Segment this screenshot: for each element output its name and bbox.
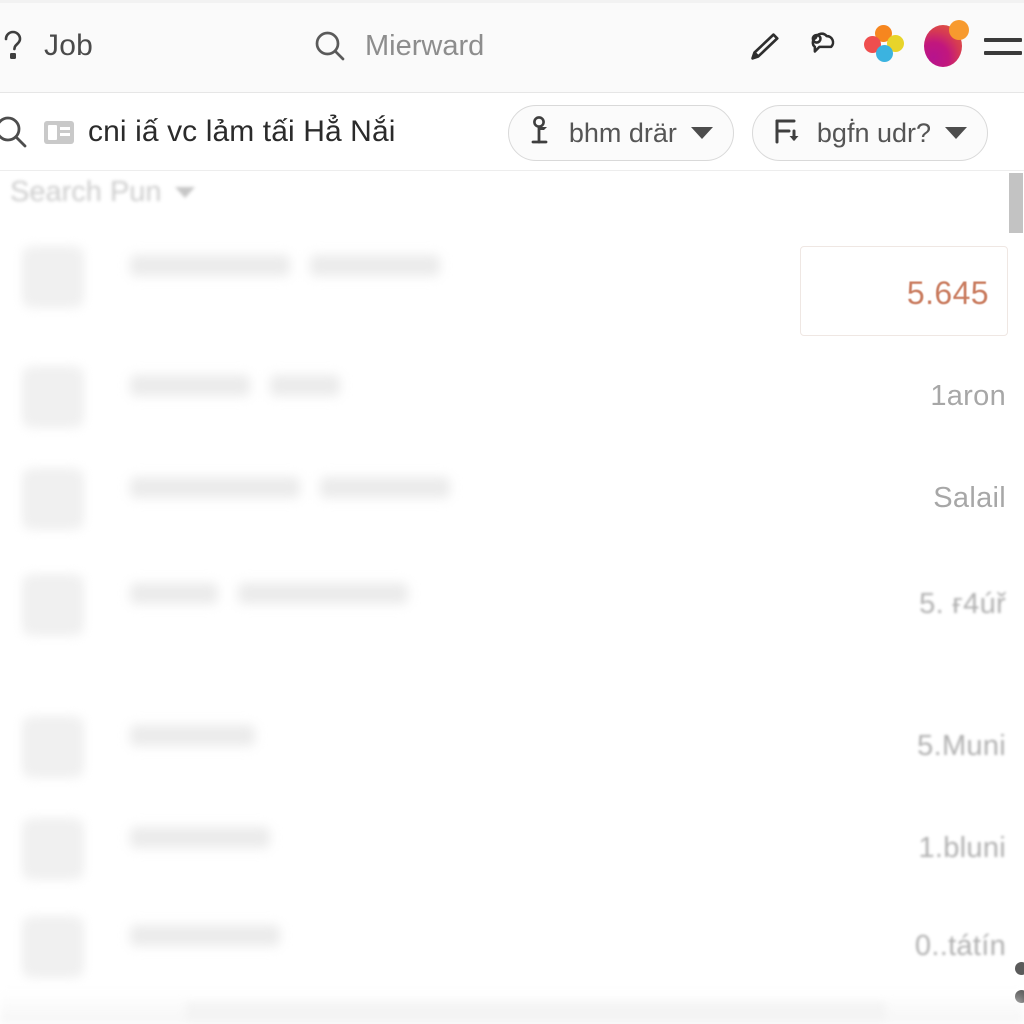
row-thumbnail [22, 246, 84, 308]
chevron-down-icon [174, 187, 195, 198]
bottom-fade [0, 990, 1024, 1024]
row-meta-bar [130, 925, 280, 946]
row-value: 1aron [930, 380, 1006, 412]
row-meta [130, 725, 255, 746]
gradient-orb-icon[interactable] [924, 20, 969, 67]
cloud-chat-icon[interactable] [804, 26, 842, 66]
row-meta-bar [130, 583, 218, 604]
person-pin-icon [529, 115, 555, 152]
row-meta-bar [130, 375, 250, 396]
row-thumbnail [22, 366, 84, 428]
vertical-scrollbar[interactable] [1009, 173, 1024, 1024]
row-thumbnail [22, 818, 84, 880]
query-row: cni iấ vc lảm tấi Hẳ Nắi bhm drär bgḟn u… [0, 93, 1024, 171]
chip-location-label: bhm drär [568, 117, 677, 148]
chip-sort-label: bgḟn udr? [816, 117, 931, 148]
brand-label: Job [44, 29, 93, 62]
row-meta [130, 477, 450, 498]
query-text: cni iấ vc lảm tấi Hẳ Nắi [88, 115, 396, 148]
row-meta-bar [130, 477, 300, 498]
app-root: Job Mierward cni iấ vc lảm tấi Hẳ Nắi bh… [0, 0, 1024, 1024]
row-value: 5. ғ4úř [919, 588, 1006, 620]
row-meta-bar [320, 477, 450, 498]
row-value: Salail [933, 482, 1006, 514]
top-bar: Job Mierward [0, 0, 1024, 93]
top-actions [744, 20, 1022, 67]
table-row[interactable]: Salail [0, 468, 1024, 530]
row-meta [130, 827, 270, 848]
row-thumbnail [22, 716, 84, 778]
table-row[interactable]: 1aron [0, 366, 1024, 428]
colorful-flower-icon[interactable] [864, 25, 904, 66]
row-meta [130, 375, 340, 396]
result-list: 5.645 1aron Salail 5. ғ4úř 5.Muni 1.blun… [0, 226, 1024, 1024]
table-row[interactable]: 5.645 [0, 246, 1024, 336]
row-value: 1.bluni [918, 832, 1006, 864]
top-search[interactable]: Mierward [311, 26, 484, 66]
sort-selector-label: Search Pun [10, 176, 162, 208]
table-row[interactable]: 0..tátín [0, 916, 1024, 978]
scrollbar-thumb[interactable] [1009, 173, 1023, 233]
row-thumbnail [22, 468, 84, 530]
hamburger-menu-icon[interactable] [984, 26, 1022, 66]
help-lightbulb-icon [0, 26, 32, 66]
search-icon [0, 112, 30, 152]
edit-pen-icon[interactable] [744, 26, 782, 66]
row-value: 5.645 [906, 275, 989, 311]
row-value: 5.Muni [917, 730, 1006, 762]
row-meta [130, 583, 408, 604]
chevron-down-icon [690, 127, 713, 139]
table-row[interactable]: 1.bluni [0, 818, 1024, 880]
table-row[interactable]: 5.Muni [0, 716, 1024, 778]
id-card-icon [44, 120, 74, 144]
row-meta [130, 255, 440, 276]
table-row[interactable]: 5. ғ4úř [0, 574, 1024, 636]
row-meta-bar [130, 725, 255, 746]
search-icon [311, 26, 349, 66]
row-thumbnail [22, 574, 84, 636]
chip-sort-filter[interactable]: bgḟn udr? [751, 105, 988, 161]
row-meta-bar [310, 255, 440, 276]
row-meta-bar [130, 827, 270, 848]
top-search-label: Mierward [364, 29, 485, 62]
filter-chips: bhm drär bgḟn udr? [507, 105, 988, 161]
row-value: 0..tátín [914, 930, 1006, 962]
brand-area[interactable]: Job [0, 26, 93, 66]
row-meta [130, 925, 280, 946]
chevron-down-icon [945, 127, 967, 139]
query-search-field[interactable]: cni iấ vc lảm tấi Hẳ Nắi [0, 112, 396, 152]
filter-sort-icon [773, 115, 803, 152]
row-thumbnail [22, 916, 84, 978]
chip-location-filter[interactable]: bhm drär [507, 105, 734, 161]
row-meta-bar [130, 255, 290, 276]
row-value-box[interactable]: 5.645 [800, 246, 1008, 336]
sort-selector[interactable]: Search Pun [10, 176, 195, 209]
row-meta-bar [270, 375, 340, 396]
row-meta-bar [238, 583, 408, 604]
